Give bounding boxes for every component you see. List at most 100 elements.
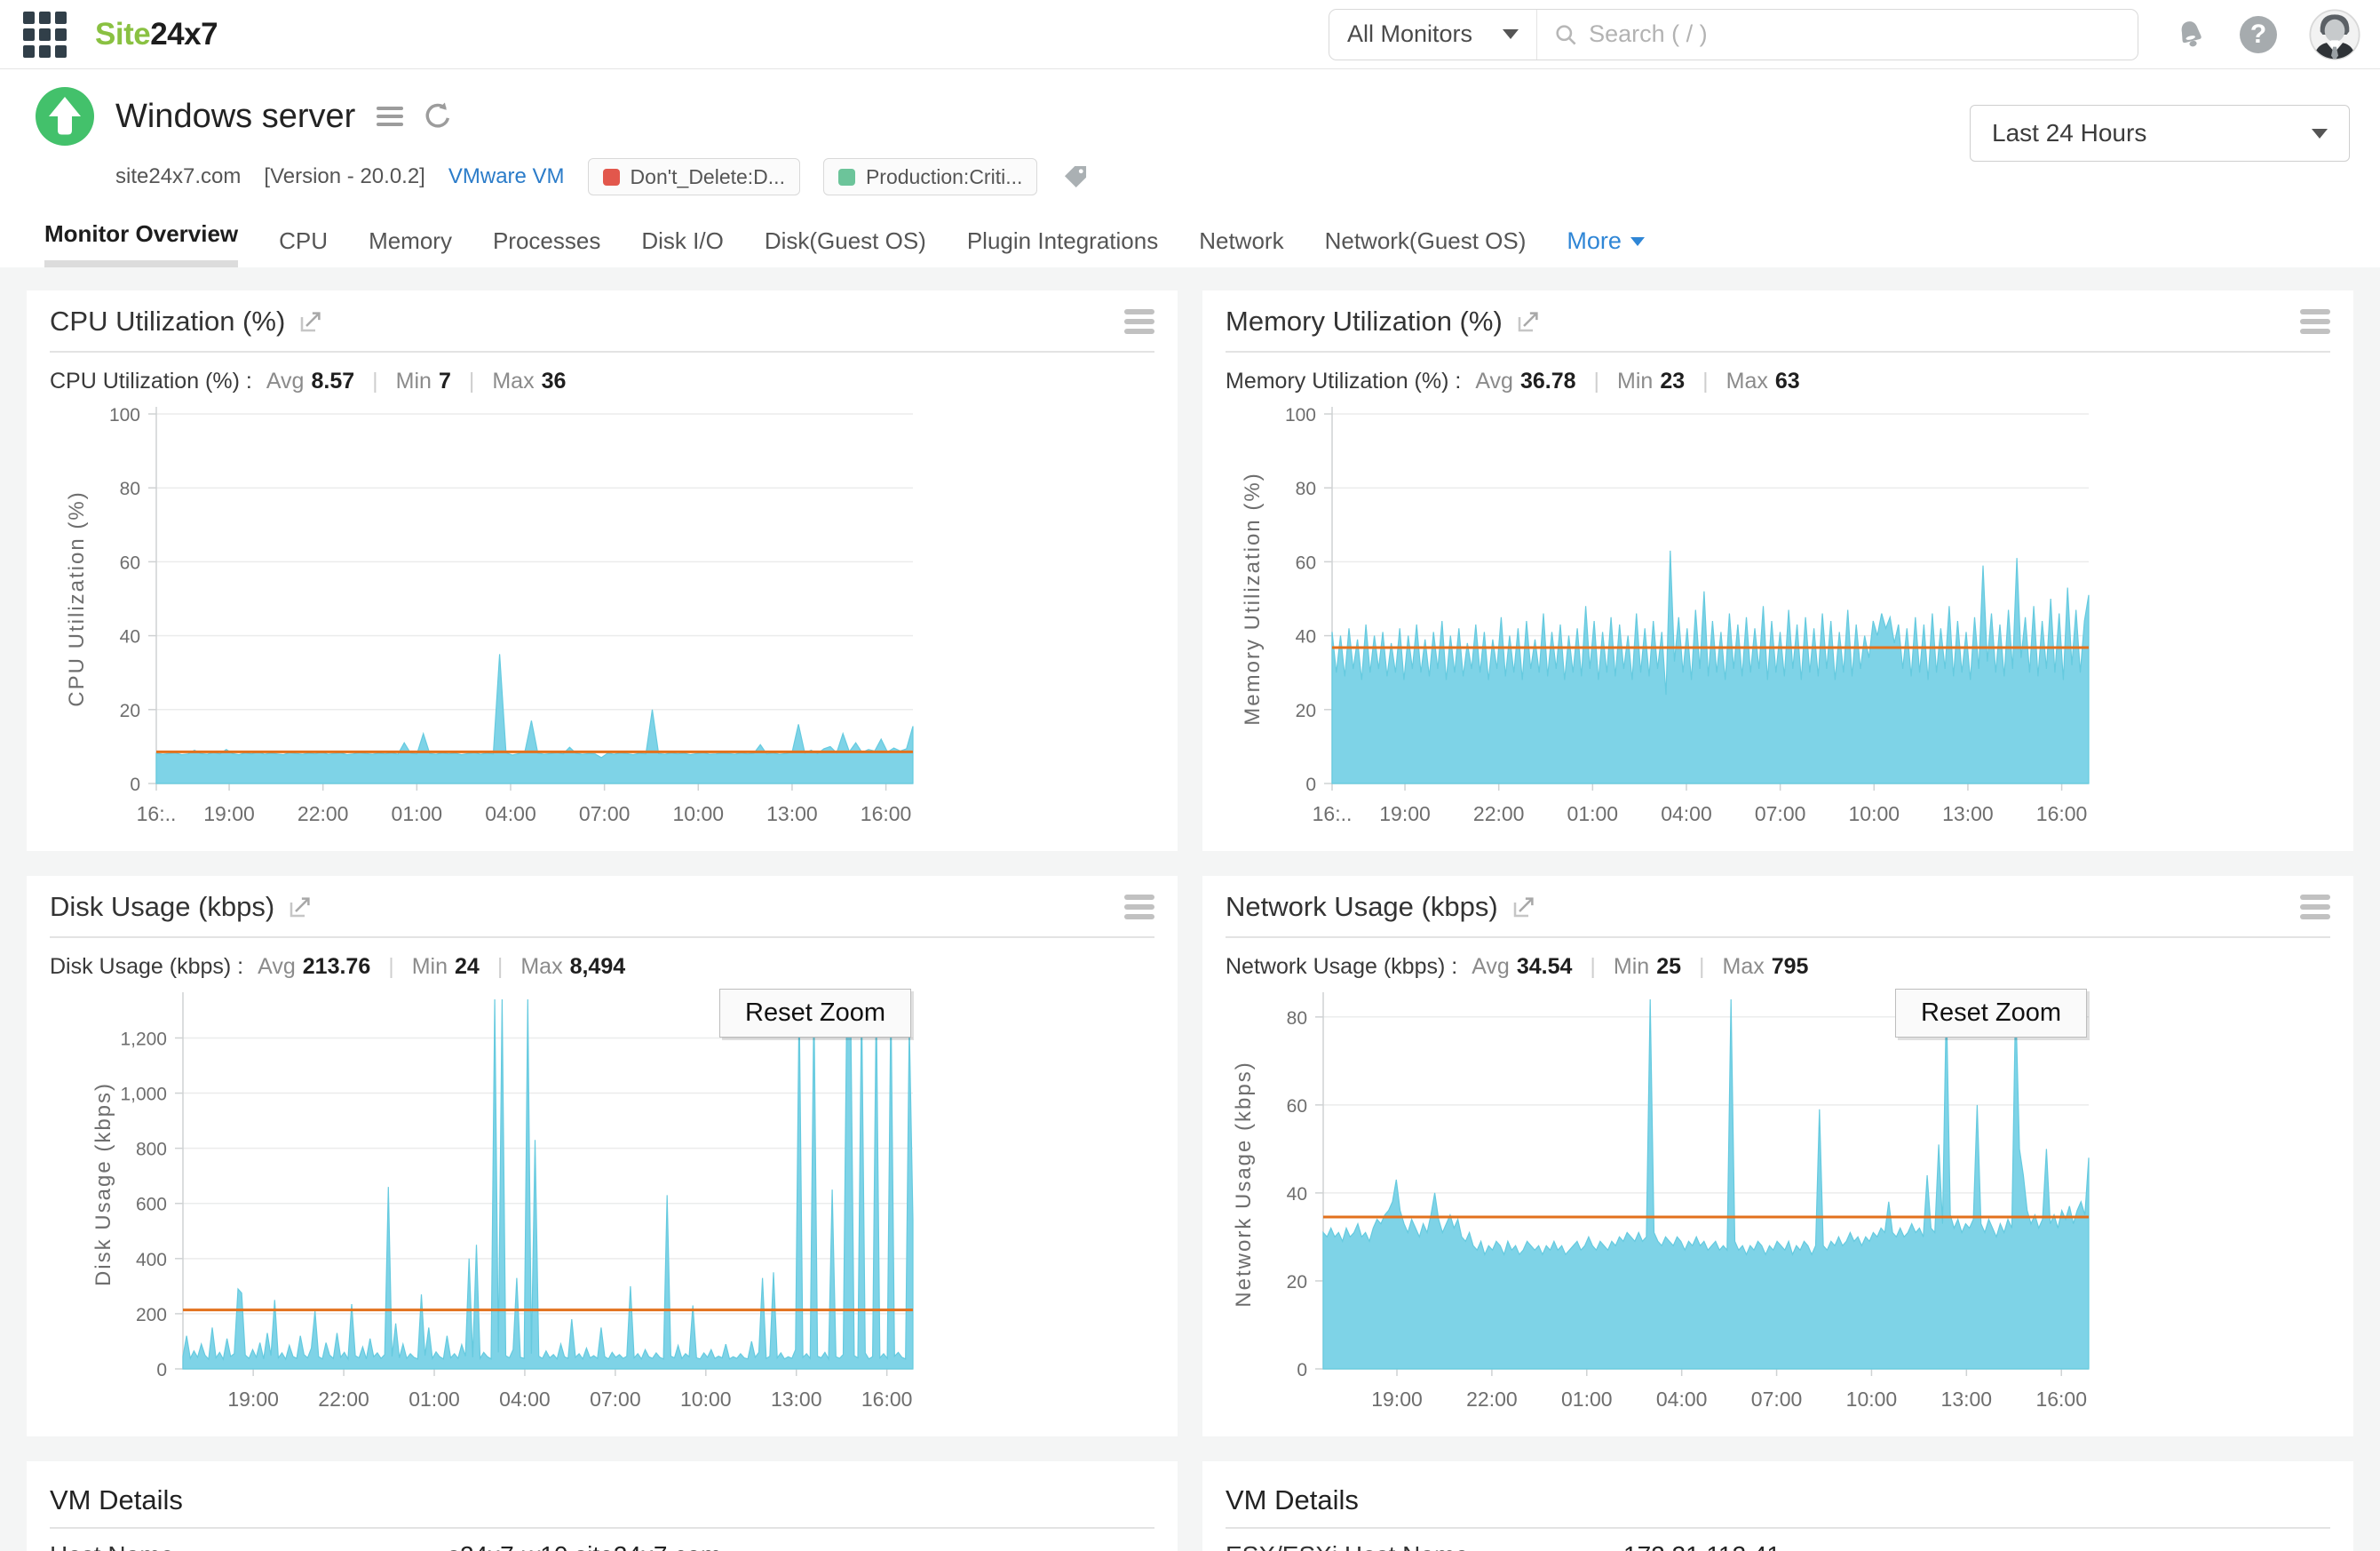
- stat-prefix: Memory Utilization (%) :: [1226, 369, 1462, 394]
- expand-chart-icon[interactable]: [287, 894, 313, 920]
- network-stats: Network Usage (kbps) : Avg 34.54 | Min 25 …: [1226, 954, 1809, 979]
- min-label: Min: [1617, 369, 1654, 394]
- reset-zoom-button[interactable]: Reset Zoom: [1895, 989, 2087, 1038]
- avatar[interactable]: [2309, 8, 2360, 60]
- tab-cpu[interactable]: CPU: [279, 227, 328, 267]
- logo-text-black: 24x7: [150, 16, 218, 52]
- min-label: Min: [395, 369, 432, 394]
- tab-memory[interactable]: Memory: [369, 227, 452, 267]
- tag-label: Don't_Delete:D...: [630, 164, 785, 188]
- refresh-icon[interactable]: [421, 99, 455, 133]
- svg-text:80: 80: [120, 479, 140, 499]
- vm-detail-row: ESX/ESXi Host Name 172.21.112.41: [1226, 1541, 2330, 1551]
- apps-grid-icon[interactable]: [23, 11, 67, 58]
- tab-more[interactable]: More: [1567, 227, 1645, 267]
- panel-menu-icon[interactable]: [2300, 305, 2330, 338]
- min-value: 23: [1660, 369, 1686, 394]
- memory-utilization-panel: Memory Utilization (%) Memory Utilizatio…: [1202, 290, 2353, 851]
- svg-text:22:00: 22:00: [1473, 802, 1525, 825]
- tab-network[interactable]: Network: [1199, 227, 1283, 267]
- svg-text:1,200: 1,200: [120, 1029, 167, 1049]
- stat-prefix: Network Usage (kbps) :: [1226, 954, 1458, 979]
- max-value: 8,494: [569, 954, 626, 979]
- panel-menu-icon[interactable]: [2300, 890, 2330, 924]
- monitor-scope-dropdown[interactable]: All Monitors: [1329, 9, 1537, 60]
- tab-monitor-overview[interactable]: Monitor Overview: [44, 220, 239, 267]
- stat-prefix: CPU Utilization (%) :: [50, 369, 252, 394]
- svg-text:01:00: 01:00: [1561, 1388, 1613, 1411]
- divider: [1226, 1527, 2330, 1529]
- svg-text:13:00: 13:00: [771, 1388, 822, 1411]
- svg-text:07:00: 07:00: [1751, 1388, 1803, 1411]
- tab-plugin-integrations[interactable]: Plugin Integrations: [967, 227, 1158, 267]
- svg-text:0: 0: [1297, 1360, 1307, 1380]
- svg-text:20: 20: [120, 701, 140, 721]
- avg-value: 8.57: [311, 369, 355, 394]
- svg-text:07:00: 07:00: [1755, 802, 1806, 825]
- svg-text:60: 60: [120, 553, 140, 573]
- svg-text:01:00: 01:00: [409, 1388, 460, 1411]
- divider: [1226, 351, 2330, 353]
- tag-icon[interactable]: [1060, 162, 1091, 192]
- tab-network-guest-os-[interactable]: Network(Guest OS): [1325, 227, 1527, 267]
- chart-svg: 0 20 40 60 80 100 16:.. 19:00 22:00 01:00 04:00 07:…: [65, 405, 914, 825]
- min-label: Min: [411, 954, 448, 979]
- svg-text:100: 100: [1285, 405, 1316, 426]
- reset-zoom-button[interactable]: Reset Zoom: [719, 989, 911, 1038]
- memory-stats: Memory Utilization (%) : Avg 36.78 | Min 2…: [1226, 369, 1800, 394]
- time-range-dropdown[interactable]: Last 24 Hours: [1970, 105, 2350, 162]
- chevron-down-icon: [2312, 128, 2328, 139]
- svg-text:10:00: 10:00: [680, 1388, 732, 1411]
- page-title: Windows server: [115, 97, 356, 135]
- svg-text:1,000: 1,000: [120, 1085, 167, 1105]
- monitor-version: [Version - 20.0.2]: [264, 164, 425, 188]
- panel-title: CPU Utilization (%): [50, 306, 286, 337]
- vm-detail-value: 172.21.112.41: [1623, 1541, 1781, 1551]
- notifications-bell-icon[interactable]: [2174, 17, 2208, 52]
- expand-chart-icon[interactable]: [1511, 894, 1537, 920]
- tabs: Monitor Overview CPU Memory Processes Disk I…: [44, 220, 2348, 267]
- vm-details-panel-left: VM Details Host Name s24x7-w10.site24x7.…: [27, 1461, 1178, 1551]
- svg-text:CPU Utilization (%): CPU Utilization (%): [65, 490, 89, 706]
- panel-title: Disk Usage (kbps): [50, 891, 275, 922]
- disk-stats: Disk Usage (kbps) : Avg 213.76 | Min 24 | …: [50, 954, 626, 979]
- min-label: Min: [1613, 954, 1650, 979]
- svg-text:40: 40: [1296, 627, 1316, 648]
- tab-disk-guest-os-[interactable]: Disk(Guest OS): [765, 227, 926, 267]
- expand-chart-icon[interactable]: [1515, 308, 1542, 335]
- monitor-menu-icon[interactable]: [377, 102, 404, 131]
- max-label: Max: [520, 954, 563, 979]
- svg-text:16:00: 16:00: [2036, 802, 2088, 825]
- svg-text:200: 200: [136, 1305, 167, 1325]
- stat-prefix: Disk Usage (kbps) :: [50, 954, 244, 979]
- panel-menu-icon[interactable]: [1124, 890, 1154, 924]
- expand-chart-icon[interactable]: [298, 308, 324, 335]
- tag-chip-dont-delete[interactable]: Don't_Delete:D...: [587, 158, 800, 195]
- svg-text:19:00: 19:00: [1371, 1388, 1423, 1411]
- panel-menu-icon[interactable]: [1124, 305, 1154, 338]
- search-input[interactable]: [1589, 20, 2122, 48]
- help-icon[interactable]: ?: [2240, 15, 2277, 53]
- max-label: Max: [1722, 954, 1765, 979]
- vm-details-title: VM Details: [1226, 1484, 1359, 1515]
- monitor-meta-row: site24x7.com [Version - 20.0.2] VMware V…: [115, 158, 2348, 195]
- tab-disk-i-o[interactable]: Disk I/O: [641, 227, 723, 267]
- svg-text:19:00: 19:00: [1379, 802, 1431, 825]
- cpu-stats: CPU Utilization (%) : Avg 8.57 | Min 7 | M…: [50, 369, 567, 394]
- svg-text:01:00: 01:00: [1567, 802, 1619, 825]
- cpu-utilization-panel: CPU Utilization (%) CPU Utilization (%) …: [27, 290, 1178, 851]
- site24x7-logo[interactable]: Site24x7: [95, 17, 218, 52]
- svg-text:16:00: 16:00: [861, 1388, 913, 1411]
- vm-detail-value: s24x7-w10.site24x7.com: [448, 1541, 721, 1551]
- tag-color-swatch: [602, 168, 620, 186]
- divider: [50, 936, 1154, 938]
- svg-text:22:00: 22:00: [298, 802, 349, 825]
- tab-processes[interactable]: Processes: [493, 227, 600, 267]
- avg-label: Avg: [1472, 954, 1510, 979]
- svg-text:19:00: 19:00: [227, 1388, 279, 1411]
- svg-text:400: 400: [136, 1250, 167, 1270]
- tag-chip-production[interactable]: Production:Criti...: [822, 158, 1038, 195]
- disk-usage-panel: Disk Usage (kbps) Disk Usage (kbps) : Av…: [27, 876, 1178, 1436]
- avg-value: 36.78: [1519, 369, 1576, 394]
- monitor-type-link[interactable]: VMware VM: [448, 164, 565, 189]
